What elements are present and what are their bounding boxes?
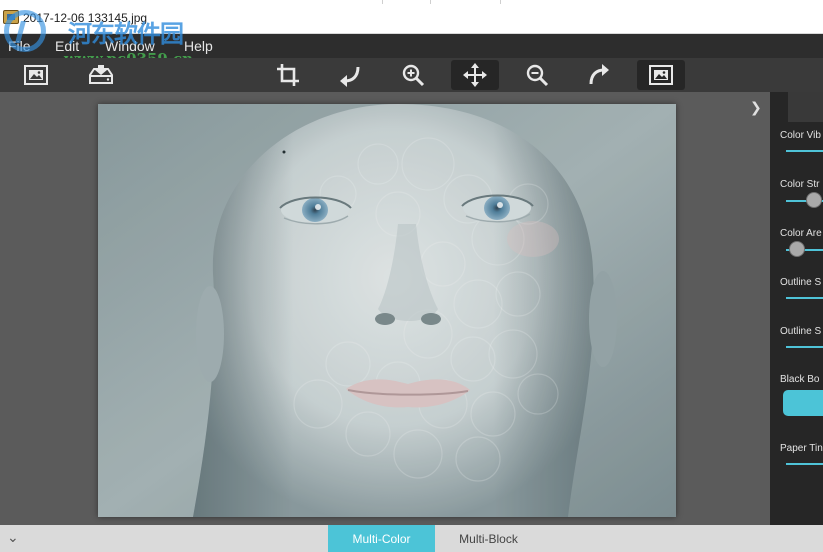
chevron-down-icon[interactable]: ⌄ [7, 530, 19, 546]
slider-knob[interactable] [789, 241, 805, 257]
param-label: Color Are [780, 228, 822, 239]
param-label: Outline S [780, 277, 822, 288]
app-window: 2017-12-06 133145.jpg File Edit Window H… [0, 0, 823, 552]
fit-image-button[interactable] [637, 60, 685, 90]
slider-knob[interactable] [806, 192, 822, 208]
param-label: Black Bo [780, 374, 820, 385]
zoom-in-icon [402, 64, 425, 87]
color-vibrancy-slider[interactable] [786, 150, 823, 152]
move-icon [463, 63, 487, 87]
photo-preview[interactable] [98, 104, 676, 517]
panel-header [788, 92, 823, 122]
title-bar: 2017-12-06 133145.jpg [0, 0, 823, 34]
menu-bar: File Edit Window Help [0, 34, 823, 58]
menu-edit[interactable]: Edit [55, 38, 79, 54]
outline-slider[interactable] [786, 346, 823, 348]
open-image-icon [24, 65, 48, 85]
title-tab-divider [430, 0, 431, 4]
save-button[interactable] [77, 60, 125, 90]
menu-window[interactable]: Window [105, 38, 155, 54]
crop-button[interactable] [264, 60, 312, 90]
rotate-left-button[interactable] [326, 60, 374, 90]
move-button[interactable] [451, 60, 499, 90]
settings-panel: Color Vib Color Str Color Are Outline S … [770, 92, 823, 525]
tab-multi-block[interactable]: Multi-Block [435, 525, 542, 552]
black-border-toggle[interactable] [783, 390, 823, 416]
chevron-right-icon[interactable]: ❯ [750, 100, 762, 116]
menu-help[interactable]: Help [184, 38, 213, 54]
param-label: Outline S [780, 326, 822, 337]
menu-file[interactable]: File [8, 38, 31, 54]
rotate-right-button[interactable] [575, 60, 623, 90]
param-label: Paper Tin [780, 443, 823, 454]
save-icon [89, 65, 113, 84]
app-icon [3, 10, 19, 24]
zoom-out-button[interactable] [513, 60, 561, 90]
paper-tint-slider[interactable] [786, 463, 823, 465]
param-label: Color Vib [780, 130, 821, 141]
canvas-workspace[interactable]: ❯ [0, 92, 770, 525]
toolbar [0, 58, 823, 92]
window-title: 2017-12-06 133145.jpg [23, 11, 148, 25]
zoom-in-button[interactable] [389, 60, 437, 90]
crop-icon [277, 64, 299, 86]
fit-image-icon [649, 65, 673, 85]
title-tab-divider [500, 0, 501, 4]
portrait-image [98, 104, 676, 517]
open-image-button[interactable] [12, 60, 60, 90]
rotate-left-icon [340, 66, 360, 87]
param-label: Color Str [780, 179, 820, 190]
zoom-out-icon [526, 64, 549, 87]
title-tab-divider [382, 0, 383, 4]
tab-multi-color[interactable]: Multi-Color [328, 525, 435, 552]
rotate-right-icon [589, 64, 609, 85]
outline-slider[interactable] [786, 297, 823, 299]
bottom-bar: ⌄ Multi-Color Multi-Block [0, 525, 823, 552]
